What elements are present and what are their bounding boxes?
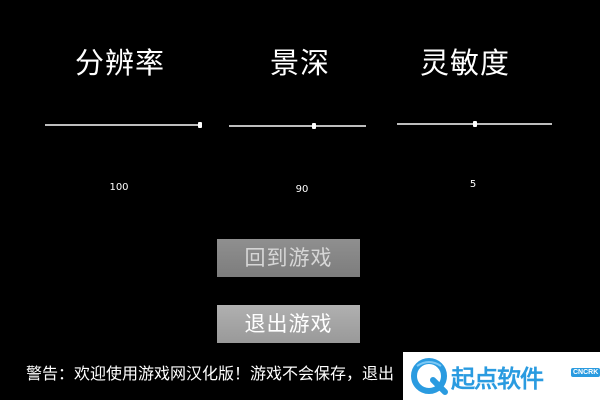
depth-of-field-slider-thumb[interactable]	[311, 123, 316, 129]
exit-game-button[interactable]: 退出游戏	[217, 305, 360, 343]
resolution-slider-thumb[interactable]	[198, 122, 202, 128]
depth-of-field-value: 90	[295, 184, 309, 195]
warning-message: 警告：欢迎使用游戏网汉化版！游戏不会保存，退出	[26, 364, 395, 383]
watermark-sub: CNCRK	[571, 368, 600, 377]
resolution-slider-track	[45, 124, 200, 126]
sensitivity-value: 5	[469, 179, 477, 190]
sensitivity-slider[interactable]	[397, 117, 552, 131]
depth-of-field-slider[interactable]	[229, 119, 366, 133]
resolution-value: 100	[109, 182, 129, 193]
resolution-slider[interactable]	[45, 118, 202, 132]
sensitivity-slider-thumb[interactable]	[472, 121, 477, 127]
watermark-brand: 起点软件	[451, 365, 544, 393]
site-watermark: 起点软件 CNCRK	[403, 352, 600, 400]
return-to-game-button[interactable]: 回到游戏	[217, 239, 360, 277]
depth-of-field-slider-track	[229, 125, 366, 127]
q-swirl-logo-icon	[411, 358, 448, 395]
sensitivity-title: 灵敏度	[419, 46, 510, 80]
resolution-title: 分辨率	[74, 46, 165, 80]
